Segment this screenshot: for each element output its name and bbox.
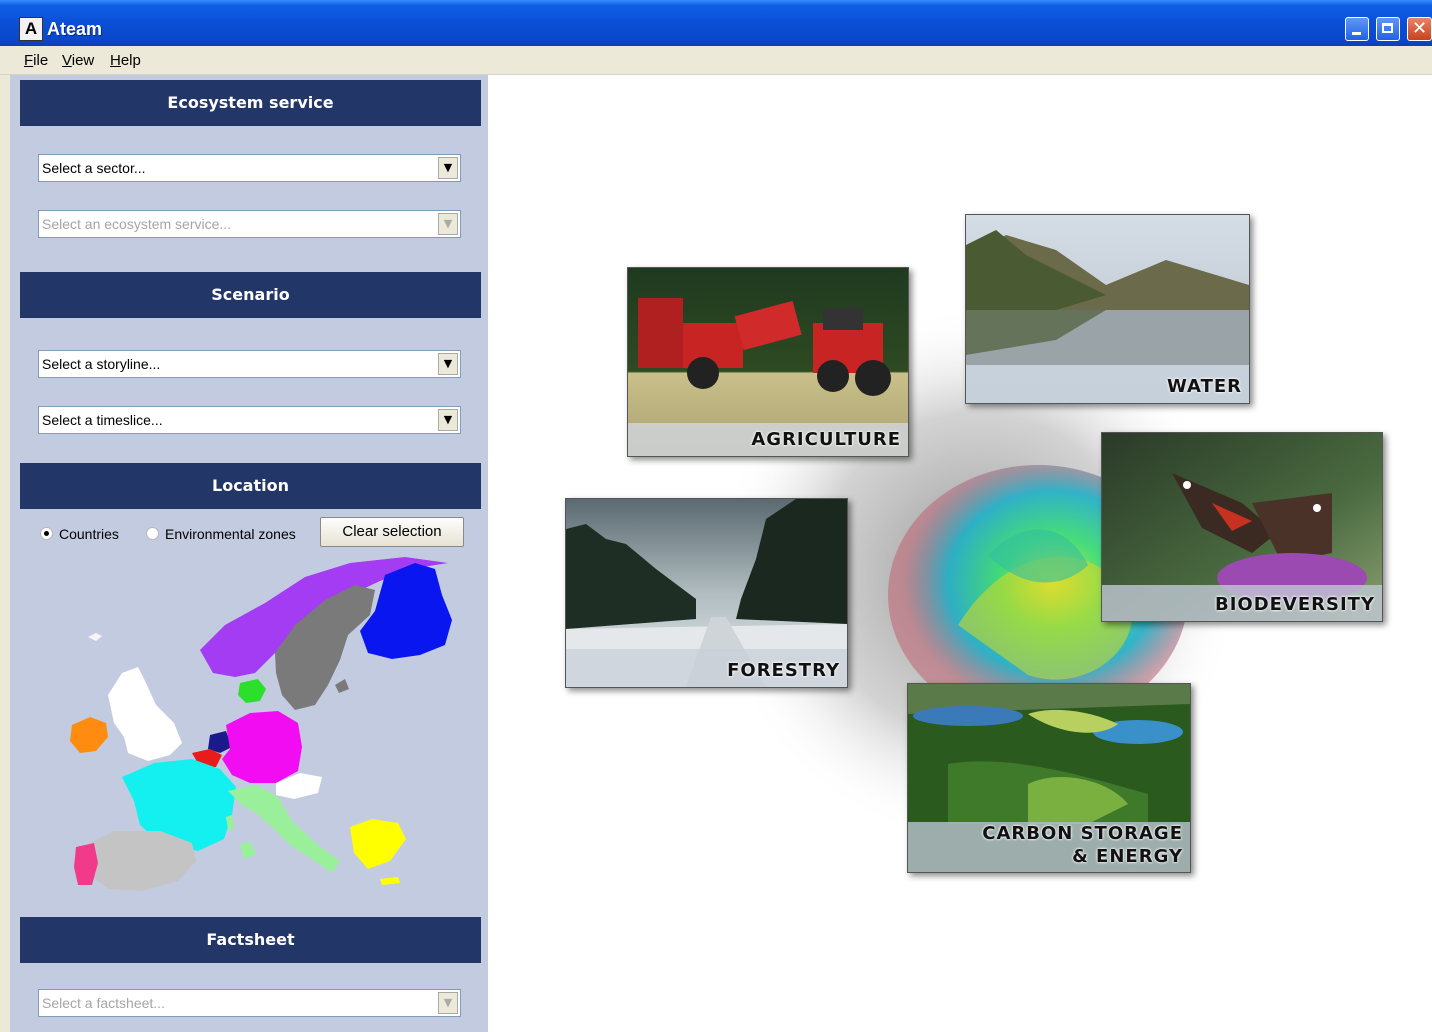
minimize-button[interactable] bbox=[1345, 17, 1369, 41]
agriculture-label: AGRICULTURE bbox=[751, 429, 901, 450]
water-label: WATER bbox=[1166, 376, 1242, 397]
radio-env-zones-label: Environmental zones bbox=[165, 526, 296, 542]
snowy-forest-road-image bbox=[566, 499, 847, 687]
biodiversity-label: BIODEVERSITY bbox=[1214, 594, 1375, 615]
menu-bar: File View Help bbox=[0, 46, 1432, 75]
window-title: Ateam bbox=[47, 19, 103, 39]
factsheet-select: Select a factsheet... ▼ bbox=[38, 989, 461, 1017]
water-tile[interactable]: WATER bbox=[965, 214, 1250, 404]
ecosystem-service-select-text: Select an ecosystem service... bbox=[42, 216, 232, 232]
timeslice-select[interactable]: Select a timeslice... ▼ bbox=[38, 406, 461, 434]
maximize-button[interactable] bbox=[1376, 17, 1400, 41]
chevron-down-icon[interactable]: ▼ bbox=[438, 409, 458, 431]
storyline-select-text: Select a storyline... bbox=[42, 356, 161, 372]
app-window: A Ateam ✕ File View Help Ecosystem servi… bbox=[0, 0, 1432, 1032]
factsheet-select-text: Select a factsheet... bbox=[42, 995, 165, 1011]
timeslice-select-text: Select a timeslice... bbox=[42, 412, 163, 428]
biodiversity-tile[interactable]: BIODEVERSITY bbox=[1101, 432, 1383, 622]
energy-label: & ENERGY bbox=[1072, 846, 1183, 867]
sector-select-text: Select a sector... bbox=[42, 160, 146, 176]
title-bar[interactable]: A Ateam ✕ bbox=[0, 0, 1432, 46]
main-content: AGRICULTURE WATER BIODEVERSITY FORESTRY … bbox=[488, 75, 1432, 1032]
clear-selection-button[interactable]: Clear selection bbox=[320, 517, 464, 547]
menu-help[interactable]: Help bbox=[110, 52, 141, 70]
butterfly-image bbox=[1102, 433, 1382, 621]
close-icon: ✕ bbox=[1411, 18, 1428, 39]
factsheet-header: Factsheet bbox=[20, 917, 481, 963]
agriculture-tile[interactable]: AGRICULTURE bbox=[627, 267, 909, 457]
forestry-label: FORESTRY bbox=[727, 660, 840, 681]
menu-view[interactable]: View bbox=[62, 52, 94, 70]
menu-file[interactable]: File bbox=[24, 52, 48, 70]
carbon-storage-label: CARBON STORAGE bbox=[982, 823, 1183, 844]
sector-select[interactable]: Select a sector... ▼ bbox=[38, 154, 461, 182]
radio-countries-label: Countries bbox=[59, 526, 119, 542]
tractor-harvest-image bbox=[628, 268, 908, 456]
europe-country-map[interactable] bbox=[50, 555, 460, 895]
chevron-down-icon: ▼ bbox=[438, 992, 458, 1014]
side-panel: Ecosystem service Select a sector... ▼ S… bbox=[10, 75, 488, 1032]
ecosystem-service-header: Ecosystem service bbox=[20, 80, 481, 126]
chevron-down-icon[interactable]: ▼ bbox=[438, 353, 458, 375]
lake-mountains-image bbox=[966, 215, 1249, 403]
scenario-header: Scenario bbox=[20, 272, 481, 318]
radio-countries-circle[interactable] bbox=[40, 527, 53, 540]
carbon-storage-energy-tile[interactable]: CARBON STORAGE & ENERGY bbox=[907, 683, 1191, 873]
chevron-down-icon[interactable]: ▼ bbox=[438, 157, 458, 179]
location-header: Location bbox=[20, 463, 481, 509]
forestry-tile[interactable]: FORESTRY bbox=[565, 498, 848, 688]
radio-env-zones-circle[interactable] bbox=[146, 527, 159, 540]
chevron-down-icon: ▼ bbox=[438, 213, 458, 235]
close-button[interactable]: ✕ bbox=[1407, 17, 1432, 41]
ecosystem-service-select: Select an ecosystem service... ▼ bbox=[38, 210, 461, 238]
storyline-select[interactable]: Select a storyline... ▼ bbox=[38, 350, 461, 378]
app-icon: A bbox=[19, 17, 43, 41]
